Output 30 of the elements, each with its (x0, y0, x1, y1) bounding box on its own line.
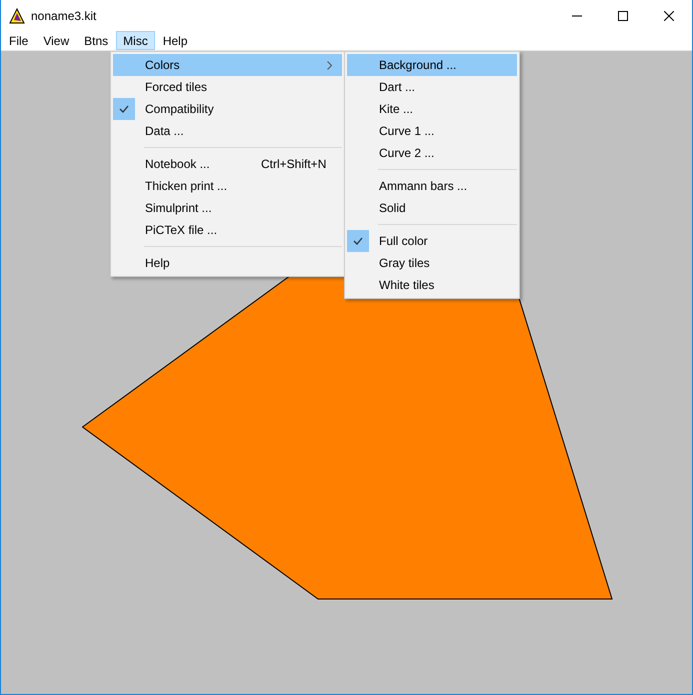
menu-bar-item[interactable]: Btns (77, 31, 116, 50)
menu-item[interactable]: Help (113, 252, 342, 274)
menu-bar-item[interactable]: Misc (116, 31, 155, 50)
app-icon (9, 8, 25, 24)
menu-item[interactable]: Simulprint ... (113, 197, 342, 219)
checkmark-icon (347, 230, 369, 252)
menu-item[interactable]: Ammann bars ... (347, 175, 517, 197)
menu-item[interactable]: White tiles (347, 274, 517, 296)
menu-bar-item[interactable]: View (36, 31, 76, 50)
menu-bar-item[interactable]: Help (156, 31, 195, 50)
menu-item[interactable]: Forced tiles (113, 76, 342, 98)
menu-item[interactable]: Background ... (347, 54, 517, 76)
menu-item[interactable]: Kite ... (347, 98, 517, 120)
menu-item[interactable]: Dart ... (347, 76, 517, 98)
menu-item[interactable]: Full color (347, 230, 517, 252)
menu-item[interactable]: Gray tiles (347, 252, 517, 274)
checkmark-icon (113, 98, 135, 120)
menu-item[interactable]: Data ... (113, 120, 342, 142)
menu-item[interactable]: Solid (347, 197, 517, 219)
menu-item[interactable]: Thicken print ... (113, 175, 342, 197)
maximize-icon[interactable] (618, 10, 628, 20)
menu-item[interactable]: Curve 1 ... (347, 120, 517, 142)
menu-bar-item[interactable]: File (2, 31, 36, 50)
menu-item[interactable]: Colors (113, 54, 342, 76)
window-title: noname3.kit (31, 8, 96, 22)
menu-item[interactable]: Compatibility (113, 98, 342, 120)
menu-item[interactable]: Curve 2 ... (347, 142, 517, 164)
menu-item[interactable]: PiCTeX file ... (113, 219, 342, 241)
close-icon[interactable] (664, 10, 674, 20)
menu-item[interactable]: Notebook ... Ctrl+Shift+N (113, 153, 342, 175)
